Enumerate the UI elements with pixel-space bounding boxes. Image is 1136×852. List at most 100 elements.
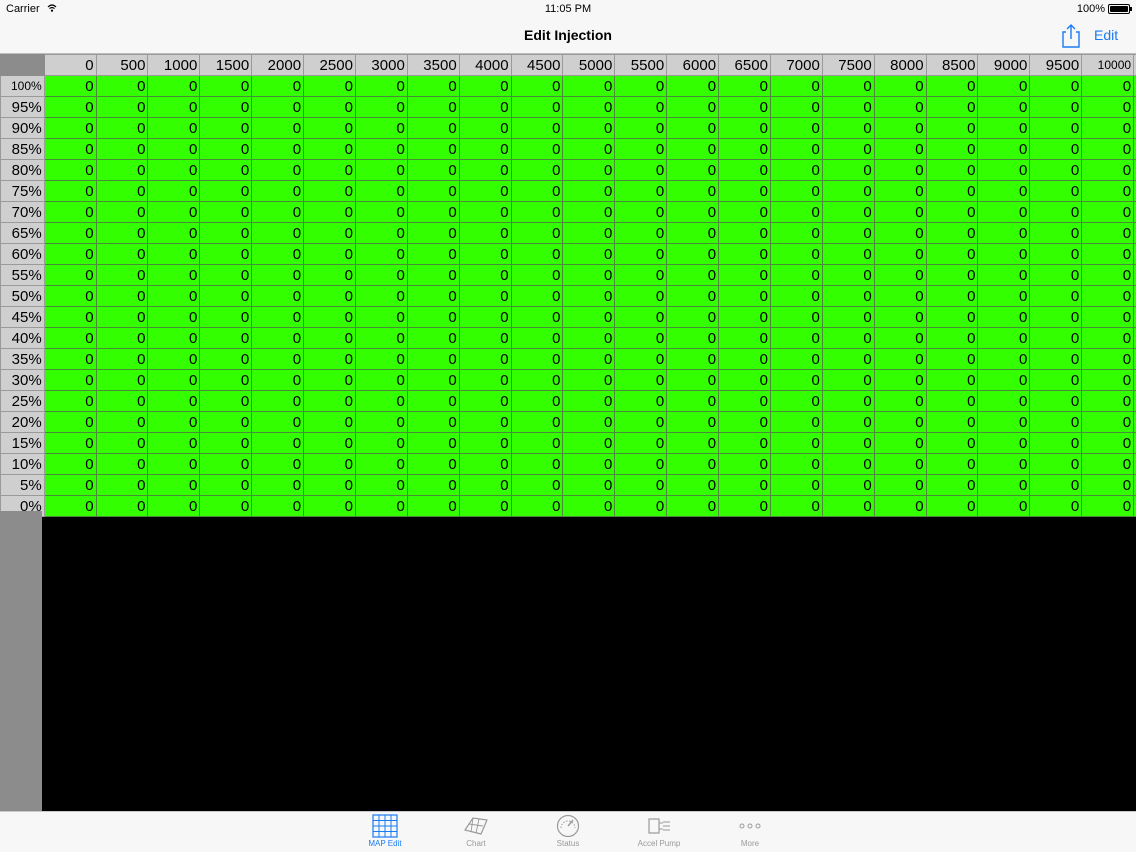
map-cell[interactable]: 0 [925,474,979,496]
map-cell[interactable]: 0 [614,201,668,223]
map-cell[interactable]: 0 [510,180,564,202]
map-cell[interactable]: 0 [1029,348,1083,370]
map-cell[interactable]: 0 [354,348,408,370]
map-cell[interactable]: 0 [95,453,149,475]
map-cell[interactable]: 0 [354,390,408,412]
map-cell[interactable]: 0 [718,138,771,160]
map-cell[interactable]: 0 [925,369,979,391]
map-cell[interactable]: 0 [458,264,512,286]
map-cell[interactable]: 0 [303,201,356,223]
map-cell[interactable]: 0 [769,474,823,496]
map-cell[interactable]: 0 [925,117,979,139]
map-cell[interactable]: 0 [1029,96,1083,118]
map-cell[interactable]: 0 [354,411,408,433]
map-cell[interactable]: 0 [562,432,616,454]
map-cell[interactable]: 0 [925,138,979,160]
map-cell[interactable]: 0 [718,369,771,391]
map-cell[interactable]: 0 [303,348,356,370]
map-cell[interactable]: 0 [251,411,305,433]
map-cell[interactable]: 0 [925,306,979,328]
map-cell[interactable]: 0 [1081,474,1135,496]
tab-chart[interactable]: Chart [446,814,506,852]
map-cell[interactable]: 0 [1081,432,1135,454]
map-cell[interactable]: 0 [614,96,668,118]
map-cell[interactable]: 0 [977,96,1031,118]
map-cell[interactable]: 0 [147,96,201,118]
map-cell[interactable]: 0 [406,75,460,97]
map-cell[interactable]: 0 [43,117,97,139]
map-cell[interactable]: 0 [1029,264,1083,286]
map-cell[interactable]: 0 [458,306,512,328]
map-cell[interactable]: 0 [925,495,979,517]
map-cell[interactable]: 0 [718,264,771,286]
map-cell[interactable]: 0 [303,159,356,181]
map-cell[interactable]: 0 [199,453,253,475]
map-cell[interactable]: 0 [458,369,512,391]
map-cell[interactable]: 0 [303,96,356,118]
map-cell[interactable]: 0 [406,264,460,286]
map-cell[interactable]: 0 [873,285,927,307]
map-cell[interactable]: 0 [562,201,616,223]
map-cell[interactable]: 0 [458,411,512,433]
map-cell[interactable]: 0 [354,264,408,286]
map-cell[interactable]: 0 [1081,159,1135,181]
map-cell[interactable]: 0 [666,201,720,223]
map-cell[interactable]: 0 [458,390,512,412]
map-cell[interactable]: 0 [458,201,512,223]
map-cell[interactable]: 0 [147,306,201,328]
map-cell[interactable]: 0 [1081,306,1135,328]
map-cell[interactable]: 0 [666,432,720,454]
map-cell[interactable]: 0 [925,327,979,349]
map-cell[interactable]: 0 [1029,243,1083,265]
map-cell[interactable]: 0 [354,201,408,223]
map-cell[interactable]: 0 [406,201,460,223]
map-cell[interactable]: 0 [458,117,512,139]
map-cell[interactable]: 0 [199,306,253,328]
map-cell[interactable]: 0 [147,285,201,307]
map-cell[interactable]: 0 [1081,138,1135,160]
map-cell[interactable]: 0 [1029,285,1083,307]
map-cell[interactable]: 0 [147,117,201,139]
map-cell[interactable]: 0 [43,348,97,370]
map-cell[interactable]: 0 [354,75,408,97]
map-cell[interactable]: 0 [406,159,460,181]
map-cell[interactable]: 0 [43,96,97,118]
map-cell[interactable]: 0 [769,96,823,118]
map-cell[interactable]: 0 [718,75,771,97]
map-cell[interactable]: 0 [666,180,720,202]
map-cell[interactable]: 0 [354,369,408,391]
map-cell[interactable]: 0 [251,117,305,139]
map-cell[interactable]: 0 [666,138,720,160]
map-cell[interactable]: 0 [251,348,305,370]
map-cell[interactable]: 0 [406,285,460,307]
map-cell[interactable]: 0 [147,138,201,160]
map-cell[interactable]: 0 [614,432,668,454]
map-cell[interactable]: 0 [354,327,408,349]
map-cell[interactable]: 0 [1081,243,1135,265]
map-cell[interactable]: 0 [199,432,253,454]
map-cell[interactable]: 0 [873,411,927,433]
map-cell[interactable]: 0 [821,348,875,370]
map-cell[interactable]: 0 [873,96,927,118]
map-cell[interactable]: 0 [95,390,149,412]
map-cell[interactable]: 0 [406,117,460,139]
map-cell[interactable]: 0 [1029,159,1083,181]
map-cell[interactable]: 0 [666,495,720,517]
map-cell[interactable]: 0 [43,201,97,223]
map-cell[interactable]: 0 [562,306,616,328]
map-cell[interactable]: 0 [925,432,979,454]
map-cell[interactable]: 0 [251,264,305,286]
map-cell[interactable]: 0 [562,117,616,139]
map-cell[interactable]: 0 [147,159,201,181]
map-cell[interactable]: 0 [406,180,460,202]
map-cell[interactable]: 0 [199,222,253,244]
map-cell[interactable]: 0 [821,369,875,391]
map-cell[interactable]: 0 [977,453,1031,475]
map-cell[interactable]: 0 [458,327,512,349]
map-cell[interactable]: 0 [199,243,253,265]
map-cell[interactable]: 0 [873,201,927,223]
map-cell[interactable]: 0 [1029,138,1083,160]
map-cell[interactable]: 0 [199,180,253,202]
map-cell[interactable]: 0 [458,453,512,475]
map-cell[interactable]: 0 [199,327,253,349]
